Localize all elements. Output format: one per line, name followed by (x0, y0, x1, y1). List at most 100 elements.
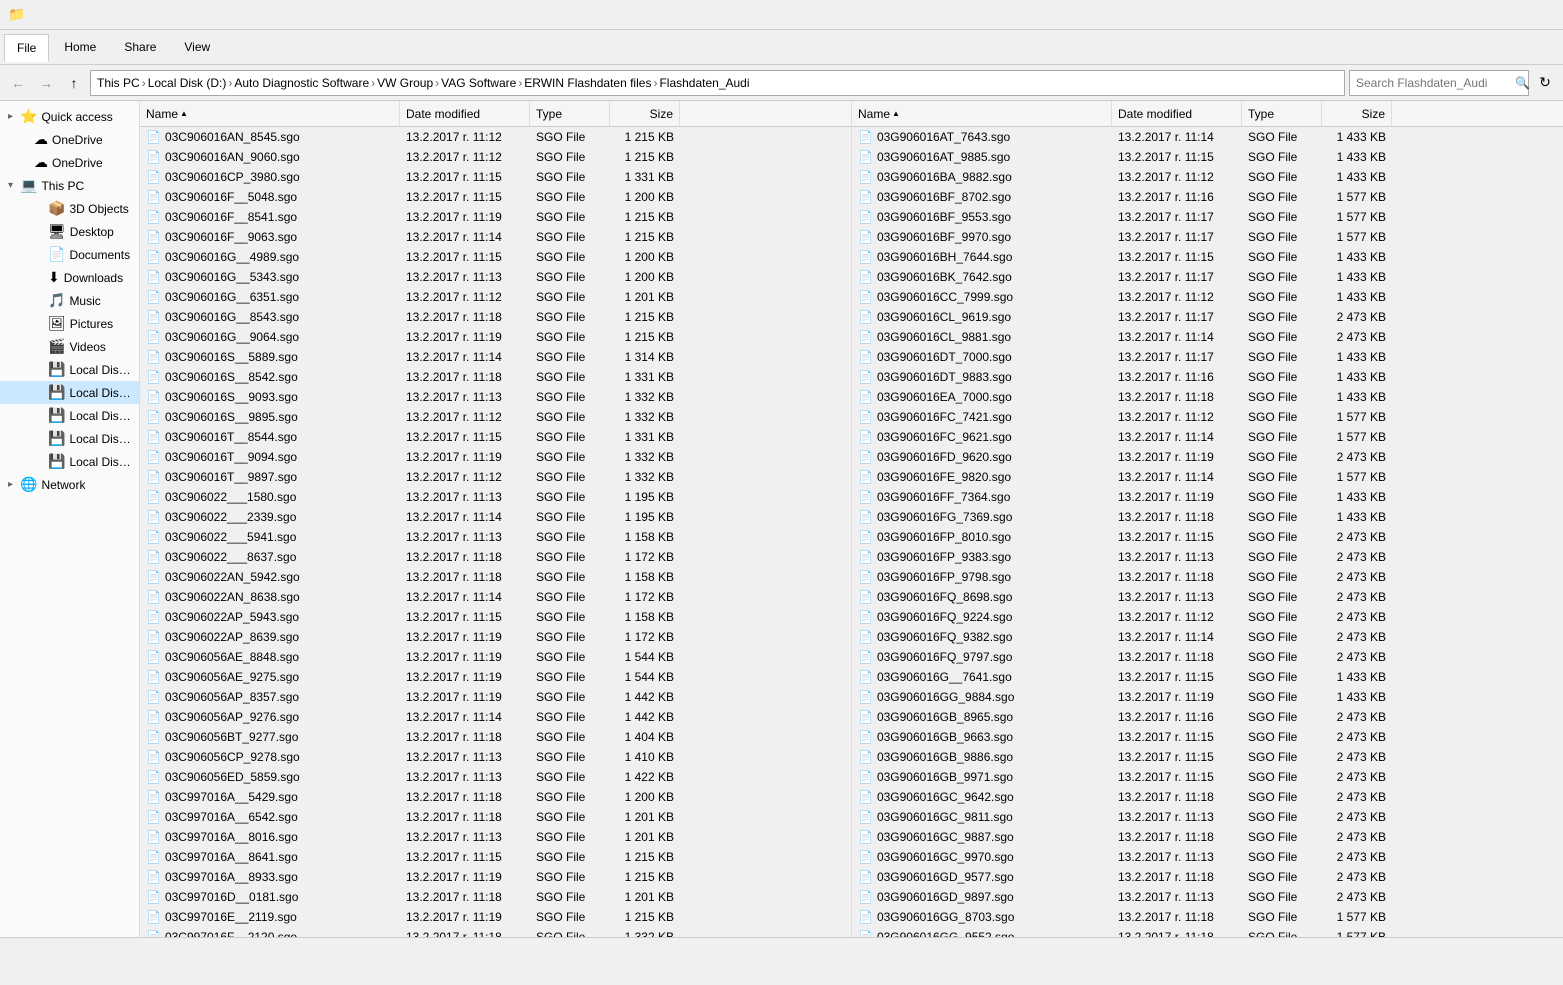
file-row[interactable]: 📄03G906016FC_9621.sgo13.2.2017 r. 11:14S… (852, 427, 1563, 447)
file-row[interactable]: 📄03C906022___1580.sgo13.2.2017 r. 11:13S… (140, 487, 851, 507)
file-row[interactable]: 📄03G906016FQ_9797.sgo13.2.2017 r. 11:18S… (852, 647, 1563, 667)
file-row[interactable]: 📄03C906016F__5048.sgo13.2.2017 r. 11:15S… (140, 187, 851, 207)
forward-button[interactable]: → (34, 71, 58, 95)
file-row[interactable]: 📄03G906016GC_9811.sgo13.2.2017 r. 11:13S… (852, 807, 1563, 827)
file-row[interactable]: 📄03G906016BA_9882.sgo13.2.2017 r. 11:12S… (852, 167, 1563, 187)
file-row[interactable]: 📄03G906016BF_9970.sgo13.2.2017 r. 11:17S… (852, 227, 1563, 247)
back-button[interactable]: ← (6, 71, 30, 95)
file-row[interactable]: 📄03G906016FP_9383.sgo13.2.2017 r. 11:13S… (852, 547, 1563, 567)
file-row[interactable]: 📄03G906016G__7641.sgo13.2.2017 r. 11:15S… (852, 667, 1563, 687)
file-row[interactable]: 📄03C906016G__9064.sgo13.2.2017 r. 11:19S… (140, 327, 851, 347)
file-row[interactable]: 📄03G906016CL_9881.sgo13.2.2017 r. 11:14S… (852, 327, 1563, 347)
file-row[interactable]: 📄03G906016GD_9897.sgo13.2.2017 r. 11:13S… (852, 887, 1563, 907)
file-row[interactable]: 📄03G906016GC_9887.sgo13.2.2017 r. 11:18S… (852, 827, 1563, 847)
file-row[interactable]: 📄03G906016DT_7000.sgo13.2.2017 r. 11:17S… (852, 347, 1563, 367)
sidebar-item-documents[interactable]: 📄Documents (0, 243, 139, 266)
file-row[interactable]: 📄03G906016DT_9883.sgo13.2.2017 r. 11:16S… (852, 367, 1563, 387)
file-row[interactable]: 📄03C906016S__8542.sgo13.2.2017 r. 11:18S… (140, 367, 851, 387)
path-autodiag[interactable]: Auto Diagnostic Software (234, 76, 369, 90)
file-row[interactable]: 📄03G906016BK_7642.sgo13.2.2017 r. 11:17S… (852, 267, 1563, 287)
address-path[interactable]: This PC › Local Disk (D:) › Auto Diagnos… (90, 70, 1345, 96)
tab-view[interactable]: View (171, 33, 223, 61)
file-row[interactable]: 📄03C906056AE_9275.sgo13.2.2017 r. 11:19S… (140, 667, 851, 687)
tab-home[interactable]: Home (51, 33, 109, 61)
sidebar-item-3d-objects[interactable]: 📦3D Objects (0, 197, 139, 220)
sidebar-item-local-disk-e[interactable]: 💾Local Disk (E:) (0, 404, 139, 427)
file-row[interactable]: 📄03C906016F__9063.sgo13.2.2017 r. 11:14S… (140, 227, 851, 247)
right-pane-col-type[interactable]: Type (1242, 101, 1322, 126)
file-row[interactable]: 📄03C906056CP_9278.sgo13.2.2017 r. 11:13S… (140, 747, 851, 767)
sidebar-item-videos[interactable]: 🎬Videos (0, 335, 139, 358)
file-row[interactable]: 📄03G906016GB_8965.sgo13.2.2017 r. 11:16S… (852, 707, 1563, 727)
file-row[interactable]: 📄03G906016GB_9663.sgo13.2.2017 r. 11:15S… (852, 727, 1563, 747)
sidebar-item-local-disk-c[interactable]: 💾Local Disk (C:) (0, 358, 139, 381)
file-row[interactable]: 📄03G906016AT_9885.sgo13.2.2017 r. 11:15S… (852, 147, 1563, 167)
file-row[interactable]: 📄03G906016FG_7369.sgo13.2.2017 r. 11:18S… (852, 507, 1563, 527)
file-row[interactable]: 📄03G906016GB_9971.sgo13.2.2017 r. 11:15S… (852, 767, 1563, 787)
file-row[interactable]: 📄03C906016T__9094.sgo13.2.2017 r. 11:19S… (140, 447, 851, 467)
file-row[interactable]: 📄03C997016E__2119.sgo13.2.2017 r. 11:19S… (140, 907, 851, 927)
file-row[interactable]: 📄03G906016FF_7364.sgo13.2.2017 r. 11:19S… (852, 487, 1563, 507)
file-row[interactable]: 📄03G906016FD_9620.sgo13.2.2017 r. 11:19S… (852, 447, 1563, 467)
file-row[interactable]: 📄03G906016FC_7421.sgo13.2.2017 r. 11:12S… (852, 407, 1563, 427)
left-pane-col-date-modified[interactable]: Date modified (400, 101, 530, 126)
left-pane-col-name[interactable]: Name ▲ (140, 101, 400, 126)
maximize-button[interactable] (1461, 0, 1507, 30)
sidebar-item-this-pc[interactable]: ▾💻This PC (0, 174, 139, 197)
file-row[interactable]: 📄03C906016T__8544.sgo13.2.2017 r. 11:15S… (140, 427, 851, 447)
file-row[interactable]: 📄03C906016G__6351.sgo13.2.2017 r. 11:12S… (140, 287, 851, 307)
tab-file[interactable]: File (4, 34, 49, 62)
path-vagsoftware[interactable]: VAG Software (441, 76, 516, 90)
file-row[interactable]: 📄03G906016CL_9619.sgo13.2.2017 r. 11:17S… (852, 307, 1563, 327)
refresh-button[interactable]: ↻ (1533, 71, 1557, 95)
sidebar-item-onedrive1[interactable]: ☁OneDrive (0, 128, 139, 151)
path-flashdaten-audi[interactable]: Flashdaten_Audi (659, 76, 749, 90)
file-row[interactable]: 📄03G906016CC_7999.sgo13.2.2017 r. 11:12S… (852, 287, 1563, 307)
file-row[interactable]: 📄03G906016GC_9642.sgo13.2.2017 r. 11:18S… (852, 787, 1563, 807)
file-row[interactable]: 📄03G906016AT_7643.sgo13.2.2017 r. 11:14S… (852, 127, 1563, 147)
file-row[interactable]: 📄03C906056BT_9277.sgo13.2.2017 r. 11:18S… (140, 727, 851, 747)
file-row[interactable]: 📄03G906016FQ_8698.sgo13.2.2017 r. 11:13S… (852, 587, 1563, 607)
file-row[interactable]: 📄03G906016FQ_9224.sgo13.2.2017 r. 11:12S… (852, 607, 1563, 627)
file-row[interactable]: 📄03C906022___2339.sgo13.2.2017 r. 11:14S… (140, 507, 851, 527)
file-row[interactable]: 📄03G906016GC_9970.sgo13.2.2017 r. 11:13S… (852, 847, 1563, 867)
right-pane-col-date-modified[interactable]: Date modified (1112, 101, 1242, 126)
file-row[interactable]: 📄03C906056AP_8357.sgo13.2.2017 r. 11:19S… (140, 687, 851, 707)
file-row[interactable]: 📄03G906016BH_7644.sgo13.2.2017 r. 11:15S… (852, 247, 1563, 267)
file-row[interactable]: 📄03C906056AE_8848.sgo13.2.2017 r. 11:19S… (140, 647, 851, 667)
file-row[interactable]: 📄03G906016GD_9577.sgo13.2.2017 r. 11:18S… (852, 867, 1563, 887)
file-row[interactable]: 📄03G906016GG_9552.sgo13.2.2017 r. 11:18S… (852, 927, 1563, 937)
path-this-pc[interactable]: This PC (97, 76, 140, 90)
close-button[interactable] (1509, 0, 1555, 30)
file-row[interactable]: 📄03C906022AP_8639.sgo13.2.2017 r. 11:19S… (140, 627, 851, 647)
sidebar-item-music[interactable]: 🎵Music (0, 289, 139, 312)
sidebar-item-network[interactable]: ▸🌐Network (0, 473, 139, 496)
file-row[interactable]: 📄03C997016A__8933.sgo13.2.2017 r. 11:19S… (140, 867, 851, 887)
file-row[interactable]: 📄03G906016GG_9884.sgo13.2.2017 r. 11:19S… (852, 687, 1563, 707)
file-row[interactable]: 📄03C997016A__8641.sgo13.2.2017 r. 11:15S… (140, 847, 851, 867)
file-row[interactable]: 📄03C906056ED_5859.sgo13.2.2017 r. 11:13S… (140, 767, 851, 787)
search-box[interactable]: 🔍 (1349, 70, 1529, 96)
file-row[interactable]: 📄03G906016GG_8703.sgo13.2.2017 r. 11:18S… (852, 907, 1563, 927)
file-row[interactable]: 📄03C906016G__5343.sgo13.2.2017 r. 11:13S… (140, 267, 851, 287)
file-row[interactable]: 📄03C906016T__9897.sgo13.2.2017 r. 11:12S… (140, 467, 851, 487)
file-row[interactable]: 📄03G906016FQ_9382.sgo13.2.2017 r. 11:14S… (852, 627, 1563, 647)
path-erwin[interactable]: ERWIN Flashdaten files (524, 76, 651, 90)
minimize-button[interactable] (1413, 0, 1459, 30)
file-row[interactable]: 📄03C997016D__0181.sgo13.2.2017 r. 11:18S… (140, 887, 851, 907)
file-row[interactable]: 📄03C997016F__2120.sgo13.2.2017 r. 11:18S… (140, 927, 851, 937)
right-pane-col-name[interactable]: Name ▲ (852, 101, 1112, 126)
path-local-disk[interactable]: Local Disk (D:) (148, 76, 227, 90)
search-input[interactable] (1356, 76, 1511, 90)
tab-share[interactable]: Share (111, 33, 169, 61)
sidebar-item-downloads[interactable]: ⬇Downloads (0, 266, 139, 289)
file-row[interactable]: 📄03G906016BF_8702.sgo13.2.2017 r. 11:16S… (852, 187, 1563, 207)
sidebar-item-quick-access[interactable]: ▸⭐Quick access (0, 105, 139, 128)
file-row[interactable]: 📄03C906022AN_5942.sgo13.2.2017 r. 11:18S… (140, 567, 851, 587)
file-row[interactable]: 📄03C906056AP_9276.sgo13.2.2017 r. 11:14S… (140, 707, 851, 727)
left-pane-col-size[interactable]: Size (610, 101, 680, 126)
up-button[interactable]: ↑ (62, 71, 86, 95)
sidebar-item-local-disk-g[interactable]: 💾Local Disk (G:) (0, 427, 139, 450)
file-row[interactable]: 📄03C906016S__9895.sgo13.2.2017 r. 11:12S… (140, 407, 851, 427)
file-row[interactable]: 📄03C906016S__5889.sgo13.2.2017 r. 11:14S… (140, 347, 851, 367)
